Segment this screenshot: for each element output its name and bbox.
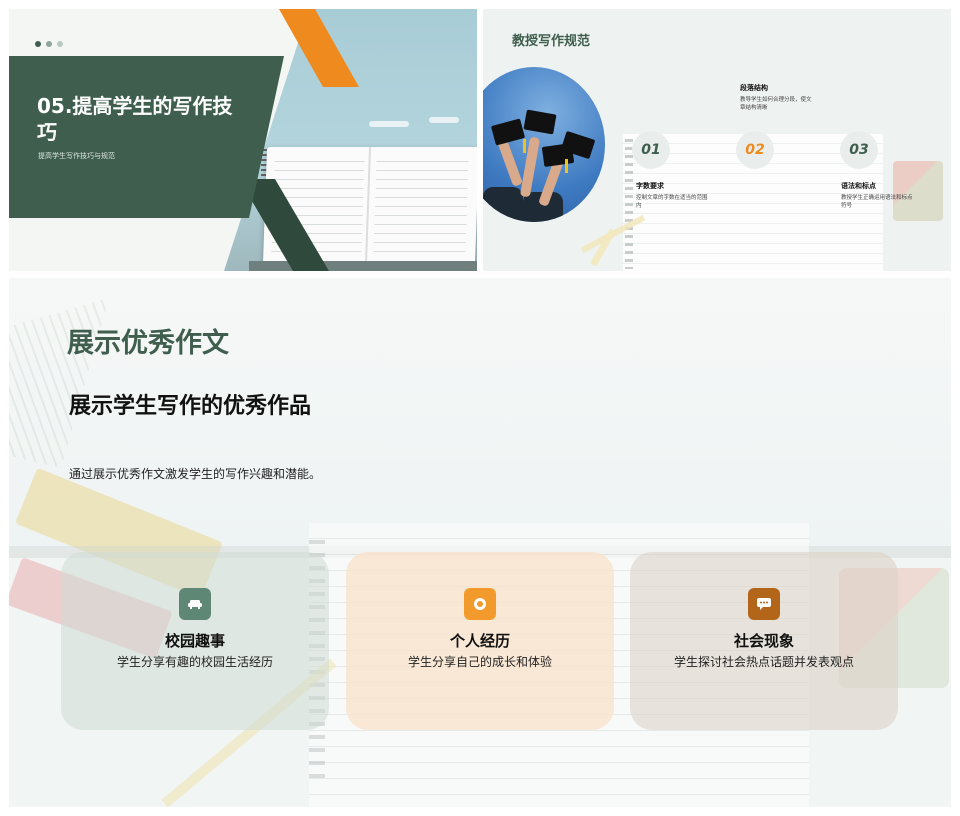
slide1-title: 05.提高学生的写作技巧 bbox=[37, 94, 233, 144]
slide3-subheading: 展示学生写作的优秀作品 bbox=[69, 394, 312, 419]
card-title: 个人经历 bbox=[449, 632, 510, 650]
card-desc: 学生分享有趣的校园生活经历 bbox=[116, 655, 273, 669]
step-number-3: 03 bbox=[840, 131, 878, 169]
pagination-dots bbox=[35, 41, 63, 47]
step-number-1: 01 bbox=[632, 131, 670, 169]
dot bbox=[57, 41, 63, 47]
background-rings bbox=[625, 139, 633, 269]
cloud bbox=[429, 117, 459, 123]
badge-icon bbox=[464, 588, 496, 620]
slide2-heading: 教授写作规范 bbox=[512, 34, 591, 49]
card-social-phenomena: 社会现象 学生探讨社会热点话题并发表观点 bbox=[630, 552, 898, 730]
item-desc-3: 教授学生正确运用语法和标点符号 bbox=[841, 195, 913, 209]
card-campus-stories: 校园趣事 学生分享有趣的校园生活经历 bbox=[61, 552, 329, 730]
slide3-heading: 展示优秀作文 bbox=[67, 328, 229, 359]
slide3-intro: 通过展示优秀作文激发学生的写作兴趣和潜能。 bbox=[69, 467, 322, 481]
dot bbox=[46, 41, 52, 47]
card-desc: 学生探讨社会热点话题并发表观点 bbox=[674, 655, 855, 669]
slide1-subtitle: 提高学生写作技巧与规范 bbox=[38, 152, 115, 160]
item-title-2: 段落结构 bbox=[740, 84, 768, 92]
slide-thumbnail-1[interactable]: 05.提高学生的写作技巧 提高学生写作技巧与规范 bbox=[9, 9, 477, 271]
card-title: 社会现象 bbox=[733, 632, 794, 650]
dot bbox=[35, 41, 41, 47]
cloud bbox=[369, 121, 409, 127]
card-personal-experience: 个人经历 学生分享自己的成长和体验 bbox=[346, 552, 614, 730]
step-number-2: 02 bbox=[736, 131, 774, 169]
slide-thumbnail-2[interactable]: 教授写作规范 01 02 03 字数要求 控制文章的字数在适当的范围内 段落结构… bbox=[483, 9, 951, 271]
item-desc-1: 控制文章的字数在适当的范围内 bbox=[636, 195, 708, 209]
item-title-3: 语法和标点 bbox=[841, 182, 876, 190]
slide-main: 展示优秀作文 展示学生写作的优秀作品 通过展示优秀作文激发学生的写作兴趣和潜能。… bbox=[9, 278, 951, 807]
card-desc: 学生分享自己的成长和体验 bbox=[407, 655, 552, 669]
chat-icon bbox=[748, 588, 780, 620]
item-desc-2: 教导学生如何合理分段，使文章结构清晰 bbox=[740, 97, 812, 111]
item-title-1: 字数要求 bbox=[636, 182, 664, 190]
graduation-photo bbox=[483, 67, 605, 222]
background-blocks bbox=[893, 161, 943, 221]
sofa-icon bbox=[179, 588, 211, 620]
table-edge bbox=[249, 261, 477, 271]
card-title: 校园趣事 bbox=[164, 632, 225, 650]
